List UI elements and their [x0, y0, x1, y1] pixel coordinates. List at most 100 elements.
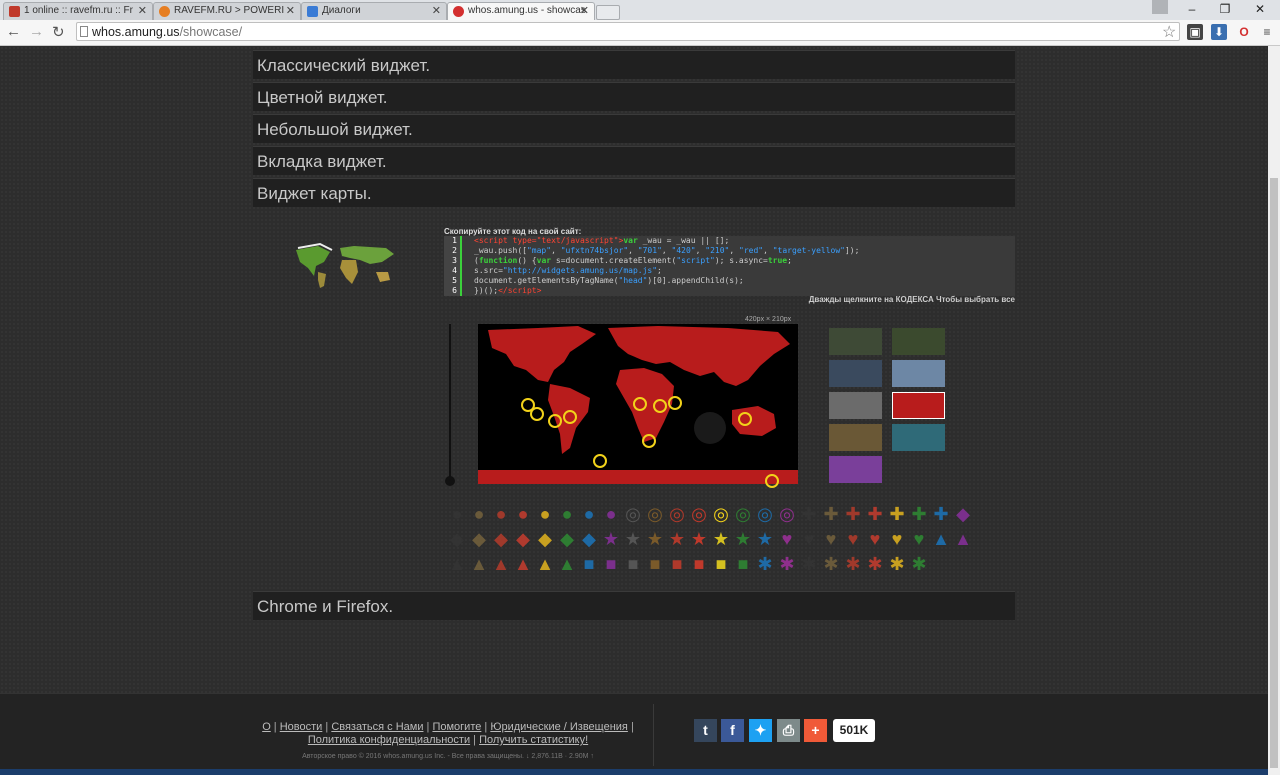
marker-style-option-icon[interactable]: ● [469, 504, 489, 524]
marker-style-option-icon[interactable]: ★ [645, 529, 665, 549]
facebook-icon[interactable]: f [721, 719, 744, 742]
section-small-widget[interactable]: Небольшой виджет. [253, 114, 1015, 143]
marker-style-option-icon[interactable]: ▲ [447, 554, 467, 574]
marker-style-option-icon[interactable]: ✱ [909, 554, 929, 574]
marker-style-option-icon[interactable]: ✚ [799, 504, 819, 524]
marker-style-option-icon[interactable]: ■ [623, 554, 643, 574]
map-style-thumbnail[interactable] [829, 360, 882, 387]
marker-style-option-icon[interactable]: ★ [733, 529, 753, 549]
size-slider-handle[interactable] [445, 476, 455, 486]
marker-style-option-icon[interactable]: ● [447, 504, 467, 524]
section-tab-widget[interactable]: Вкладка виджет. [253, 146, 1015, 175]
marker-style-option-icon[interactable]: ▲ [513, 554, 533, 574]
opera-extension-icon[interactable]: O [1236, 24, 1252, 40]
marker-style-option-icon[interactable]: ■ [667, 554, 687, 574]
close-tab-icon[interactable]: ✕ [138, 3, 147, 19]
marker-style-option-icon[interactable]: ◎ [711, 504, 731, 524]
marker-style-option-icon[interactable]: ■ [601, 554, 621, 574]
marker-style-option-icon[interactable]: ✚ [865, 504, 885, 524]
marker-style-option-icon[interactable]: ◎ [623, 504, 643, 524]
marker-style-option-icon[interactable]: ◆ [535, 529, 555, 549]
tab-ravefm-online[interactable]: 1 online :: ravefm.ru :: Fr ✕ [3, 2, 153, 20]
map-style-thumbnail[interactable] [829, 424, 882, 451]
tab-whos-amung-us[interactable]: whos.amung.us - showcas ✕ [447, 2, 595, 20]
marker-style-option-icon[interactable]: ◆ [491, 529, 511, 549]
map-style-thumbnail[interactable] [829, 328, 882, 355]
marker-style-option-icon[interactable]: ◆ [557, 529, 577, 549]
marker-style-option-icon[interactable]: ✱ [799, 554, 819, 574]
marker-style-option-icon[interactable]: ■ [689, 554, 709, 574]
marker-style-option-icon[interactable]: ♥ [865, 529, 885, 549]
marker-style-option-icon[interactable]: ▲ [469, 554, 489, 574]
marker-style-option-icon[interactable]: ◆ [953, 504, 973, 524]
marker-style-option-icon[interactable]: ● [513, 504, 533, 524]
marker-style-option-icon[interactable]: ◆ [447, 529, 467, 549]
close-tab-icon[interactable]: ✕ [580, 3, 589, 19]
addthis-icon[interactable]: + [804, 719, 827, 742]
footer-link-get-stats[interactable]: Получить статистику! [479, 734, 588, 746]
address-bar[interactable]: whos.amung.us/showcase/ [76, 22, 1180, 41]
marker-style-option-icon[interactable]: ★ [755, 529, 775, 549]
tab-ravefm-power[interactable]: RAVEFM.RU > POWERI ✕ [153, 2, 301, 20]
marker-style-option-icon[interactable]: ✱ [843, 554, 863, 574]
marker-style-option-icon[interactable]: ▲ [953, 529, 973, 549]
marker-style-option-icon[interactable]: ■ [579, 554, 599, 574]
size-slider-track[interactable] [449, 324, 451, 482]
marker-style-option-icon[interactable]: ◎ [777, 504, 797, 524]
marker-style-option-icon[interactable]: ✱ [755, 554, 775, 574]
footer-link-contact[interactable]: Связаться с Нами [331, 721, 423, 733]
marker-style-option-icon[interactable]: ◆ [469, 529, 489, 549]
marker-style-option-icon[interactable]: ▲ [491, 554, 511, 574]
print-icon[interactable]: ⎙ [777, 719, 800, 742]
marker-style-option-icon[interactable]: ◆ [579, 529, 599, 549]
forward-arrow-icon[interactable]: → [29, 23, 44, 40]
extension-icon[interactable]: ▣ [1187, 24, 1203, 40]
download-icon[interactable]: ⬇ [1211, 24, 1227, 40]
marker-style-option-icon[interactable]: ★ [711, 529, 731, 549]
user-profile-icon[interactable] [1152, 0, 1168, 14]
restore-icon[interactable]: ❐ [1211, 0, 1239, 18]
map-style-thumbnail[interactable] [892, 424, 945, 451]
marker-style-option-icon[interactable]: ■ [645, 554, 665, 574]
section-chrome-firefox[interactable]: Chrome и Firefox. [253, 591, 1015, 620]
marker-style-option-icon[interactable]: ◎ [733, 504, 753, 524]
marker-style-option-icon[interactable]: ♥ [821, 529, 841, 549]
back-arrow-icon[interactable]: ← [6, 23, 21, 40]
marker-style-option-icon[interactable]: ✱ [865, 554, 885, 574]
marker-style-option-icon[interactable]: ♥ [887, 529, 907, 549]
marker-style-option-icon[interactable]: ✚ [843, 504, 863, 524]
marker-style-option-icon[interactable]: ◎ [755, 504, 775, 524]
marker-style-option-icon[interactable]: ● [535, 504, 555, 524]
embed-code-box[interactable]: 123456 <script type="text/javascript">va… [444, 236, 1015, 296]
tab-dialogs[interactable]: Диалоги ✕ [301, 2, 447, 20]
marker-style-option-icon[interactable]: ▲ [931, 529, 951, 549]
menu-icon[interactable]: ≡ [1259, 24, 1275, 40]
marker-style-option-icon[interactable]: ★ [689, 529, 709, 549]
footer-link-legal[interactable]: Юридические / Извещения [490, 721, 628, 733]
footer-link-help[interactable]: Помогите [432, 721, 481, 733]
marker-style-option-icon[interactable]: ✚ [909, 504, 929, 524]
marker-style-option-icon[interactable]: ♥ [799, 529, 819, 549]
minimize-icon[interactable]: – [1178, 0, 1206, 18]
new-tab-button[interactable] [596, 5, 620, 20]
map-style-thumbnail[interactable] [892, 328, 945, 355]
scrollbar[interactable] [1268, 46, 1280, 775]
footer-link-news[interactable]: Новости [280, 721, 323, 733]
marker-style-option-icon[interactable]: ● [601, 504, 621, 524]
section-map-widget[interactable]: Виджет карты. [253, 178, 1015, 207]
marker-style-option-icon[interactable]: ♥ [909, 529, 929, 549]
marker-style-option-icon[interactable]: ♥ [777, 529, 797, 549]
section-color-widget[interactable]: Цветной виджет. [253, 82, 1015, 111]
tumblr-icon[interactable]: t [694, 719, 717, 742]
marker-style-option-icon[interactable]: ◎ [667, 504, 687, 524]
close-tab-icon[interactable]: ✕ [432, 3, 441, 19]
marker-style-option-icon[interactable]: ◆ [513, 529, 533, 549]
marker-style-option-icon[interactable]: ▲ [535, 554, 555, 574]
marker-style-option-icon[interactable]: ✚ [821, 504, 841, 524]
marker-style-option-icon[interactable]: ✚ [887, 504, 907, 524]
marker-style-option-icon[interactable]: ✱ [887, 554, 907, 574]
marker-style-option-icon[interactable]: ♥ [843, 529, 863, 549]
marker-style-option-icon[interactable]: ● [579, 504, 599, 524]
marker-style-option-icon[interactable]: ◎ [645, 504, 665, 524]
close-tab-icon[interactable]: ✕ [286, 3, 295, 19]
